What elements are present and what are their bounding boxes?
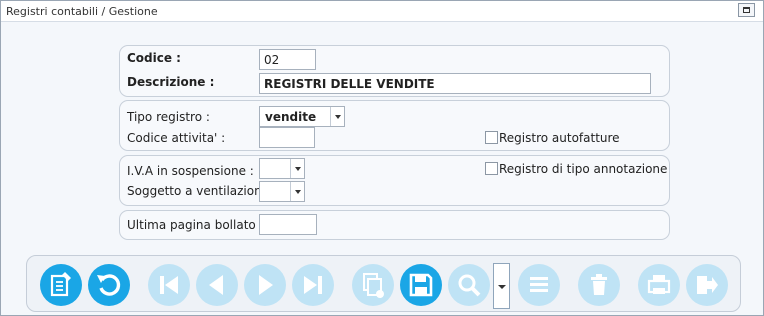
codice-attivita-label: Codice attivita' : bbox=[127, 131, 226, 145]
trash-icon bbox=[591, 274, 607, 295]
last-record-button[interactable] bbox=[292, 264, 334, 306]
search-icon bbox=[458, 274, 481, 297]
search-button[interactable] bbox=[448, 264, 490, 306]
print-icon bbox=[647, 275, 671, 294]
ventilazione-label: Soggetto a ventilazione : bbox=[127, 184, 277, 198]
restore-window-icon[interactable] bbox=[738, 3, 755, 17]
iva-sospensione-select[interactable] bbox=[259, 158, 305, 179]
search-options-dropdown[interactable] bbox=[493, 263, 510, 309]
codice-field[interactable]: 02 bbox=[259, 49, 316, 70]
toolbar bbox=[26, 255, 741, 312]
codice-label: Codice : bbox=[127, 51, 181, 65]
chevron-down-icon[interactable] bbox=[290, 159, 304, 178]
first-record-button[interactable] bbox=[148, 264, 190, 306]
iva-sospensione-label: I.V.A in sospensione : bbox=[127, 164, 254, 178]
copy-document-icon bbox=[363, 273, 384, 298]
delete-button[interactable] bbox=[578, 264, 620, 306]
next-icon bbox=[259, 275, 273, 295]
chevron-down-icon[interactable] bbox=[290, 182, 304, 201]
autofatture-label: Registro autofatture bbox=[499, 131, 620, 145]
chevron-down-icon[interactable] bbox=[330, 107, 344, 126]
annotazione-label: Registro di tipo annotazione bbox=[499, 162, 668, 176]
codice-attivita-field[interactable] bbox=[259, 127, 315, 148]
duplicate-button[interactable] bbox=[352, 264, 394, 306]
list-button[interactable] bbox=[518, 264, 560, 306]
tipo-registro-label: Tipo registro : bbox=[127, 110, 210, 124]
exit-button[interactable] bbox=[686, 264, 728, 306]
window-title: Registri contabili / Gestione bbox=[6, 5, 158, 18]
window: Registri contabili / Gestione Codice : 0… bbox=[0, 0, 764, 316]
autofatture-checkbox[interactable] bbox=[485, 131, 498, 144]
tipo-registro-value: vendite bbox=[265, 110, 317, 124]
annotazione-checkbox[interactable] bbox=[485, 162, 498, 175]
list-icon bbox=[530, 277, 548, 292]
previous-icon bbox=[209, 275, 223, 295]
bollato-label: Ultima pagina bollato : bbox=[127, 218, 264, 232]
title-bar: Registri contabili / Gestione bbox=[1, 1, 763, 22]
bollato-field[interactable] bbox=[259, 214, 317, 235]
new-record-button[interactable] bbox=[40, 264, 82, 306]
last-icon bbox=[304, 276, 322, 294]
first-icon bbox=[160, 276, 178, 294]
tipo-registro-select[interactable]: vendite bbox=[259, 106, 345, 127]
undo-button[interactable] bbox=[88, 264, 130, 306]
print-button[interactable] bbox=[638, 264, 680, 306]
descrizione-label: Descrizione : bbox=[127, 75, 215, 89]
exit-icon bbox=[697, 276, 718, 294]
ventilazione-select[interactable] bbox=[259, 181, 305, 202]
descrizione-field[interactable]: REGISTRI DELLE VENDITE bbox=[259, 73, 651, 94]
new-document-icon bbox=[50, 272, 71, 297]
next-record-button[interactable] bbox=[244, 264, 286, 306]
previous-record-button[interactable] bbox=[196, 264, 238, 306]
undo-icon bbox=[97, 274, 121, 296]
save-icon bbox=[409, 273, 433, 297]
save-button[interactable] bbox=[400, 264, 442, 306]
